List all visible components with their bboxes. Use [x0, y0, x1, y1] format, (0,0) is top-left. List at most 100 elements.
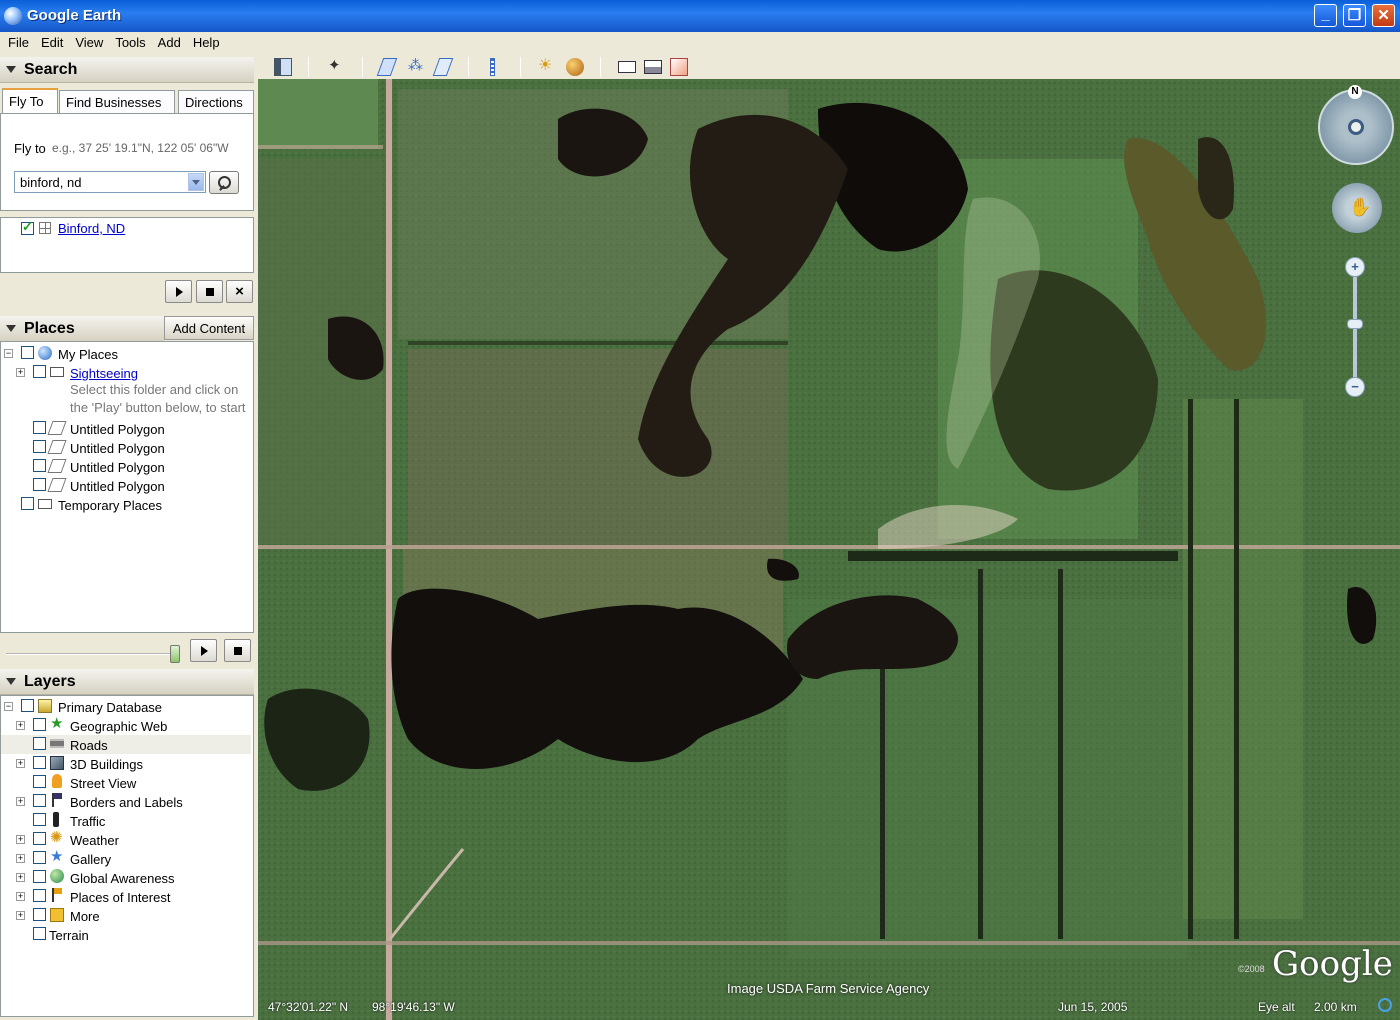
zoom-slider-thumb[interactable] — [1347, 319, 1363, 329]
image-overlay-icon[interactable] — [432, 58, 454, 76]
layer-traffic[interactable]: Traffic — [1, 811, 251, 830]
menu-edit[interactable]: Edit — [33, 32, 67, 50]
layer-checkbox[interactable] — [33, 794, 46, 807]
layer-gallery[interactable]: + ★ Gallery — [1, 849, 251, 868]
layer-checkbox[interactable] — [33, 718, 46, 731]
layer-weather[interactable]: + ✺ Weather — [1, 830, 251, 849]
layer-checkbox[interactable] — [33, 813, 46, 826]
layer-global-awareness[interactable]: + Global Awareness — [1, 868, 251, 887]
tree-item-polygon[interactable]: Untitled Polygon — [1, 457, 251, 476]
result-checkbox[interactable] — [21, 222, 34, 235]
sidebar-toggle-icon[interactable] — [274, 58, 292, 76]
tree-item-sightseeing[interactable]: + Sightseeing — [1, 363, 251, 382]
maximize-button[interactable]: ❐ — [1343, 4, 1366, 27]
layer-checkbox[interactable] — [33, 832, 46, 845]
layer-checkbox[interactable] — [33, 851, 46, 864]
stop-places-button[interactable] — [224, 639, 251, 662]
move-joystick[interactable]: ✋ — [1332, 183, 1382, 233]
layer-street-view[interactable]: Street View — [1, 773, 251, 792]
layer-borders-labels[interactable]: + Borders and Labels — [1, 792, 251, 811]
close-button[interactable]: ✕ — [1372, 4, 1395, 27]
tree-checkbox[interactable] — [21, 497, 34, 510]
tree-item-my-places[interactable]: − My Places — [1, 344, 251, 363]
menu-tools[interactable]: Tools — [107, 32, 149, 50]
tree-checkbox[interactable] — [33, 365, 46, 378]
menu-view[interactable]: View — [67, 32, 107, 50]
view-in-maps-icon[interactable] — [670, 58, 688, 76]
result-link-binford[interactable]: Binford, ND — [58, 221, 125, 236]
layer-places-of-interest[interactable]: + Places of Interest — [1, 887, 251, 906]
search-panel-header[interactable]: Search — [0, 57, 254, 83]
layer-3d-buildings[interactable]: + 3D Buildings — [1, 754, 251, 773]
history-dropdown-button[interactable] — [188, 173, 204, 191]
tab-fly-to[interactable]: Fly To — [2, 88, 58, 114]
layer-more[interactable]: + More — [1, 906, 251, 925]
sunlight-icon[interactable]: ☀ — [538, 58, 556, 76]
tree-item-polygon[interactable]: Untitled Polygon — [1, 438, 251, 457]
tree-item-polygon[interactable]: Untitled Polygon — [1, 419, 251, 438]
minimize-button[interactable]: _ — [1314, 4, 1337, 27]
fly-to-label: Fly to — [14, 141, 46, 156]
layer-checkbox[interactable] — [33, 927, 46, 940]
expand-toggle[interactable]: + — [16, 911, 25, 920]
zoom-out-button[interactable]: − — [1345, 377, 1365, 397]
expand-toggle[interactable]: + — [16, 873, 25, 882]
layer-checkbox[interactable] — [33, 737, 46, 750]
look-joystick[interactable] — [1318, 89, 1394, 165]
search-button[interactable] — [209, 171, 239, 194]
tree-checkbox[interactable] — [21, 346, 34, 359]
menu-add[interactable]: Add — [150, 32, 185, 50]
layer-checkbox[interactable] — [21, 699, 34, 712]
planet-icon[interactable] — [566, 58, 584, 76]
path-tool-icon[interactable]: ⁂ — [408, 58, 426, 76]
add-content-button[interactable]: Add Content — [164, 316, 254, 340]
layer-checkbox[interactable] — [33, 889, 46, 902]
map-view[interactable]: N ✋ + − — [258, 79, 1400, 1020]
play-places-button[interactable] — [190, 639, 217, 662]
tree-checkbox[interactable] — [33, 421, 46, 434]
layer-terrain[interactable]: Terrain — [1, 925, 251, 944]
tree-item-temporary-places[interactable]: Temporary Places — [1, 495, 251, 514]
collapse-toggle[interactable]: − — [4, 702, 13, 711]
tree-checkbox[interactable] — [33, 459, 46, 472]
play-tour-button[interactable] — [165, 280, 192, 303]
tree-item-polygon[interactable]: Untitled Polygon — [1, 476, 251, 495]
north-indicator[interactable]: N — [1348, 85, 1362, 99]
menu-file[interactable]: File — [0, 32, 33, 50]
email-icon[interactable] — [618, 61, 636, 73]
layer-checkbox[interactable] — [33, 775, 46, 788]
collapse-toggle[interactable]: − — [4, 349, 13, 358]
menu-help[interactable]: Help — [185, 32, 224, 50]
layer-checkbox[interactable] — [33, 870, 46, 883]
zoom-in-button[interactable]: + — [1345, 257, 1365, 277]
tree-checkbox[interactable] — [33, 478, 46, 491]
clear-results-button[interactable]: × — [226, 280, 253, 303]
tab-find-businesses[interactable]: Find Businesses — [59, 90, 175, 114]
print-icon[interactable] — [644, 60, 662, 74]
tree-label: Untitled Polygon — [70, 460, 165, 475]
tree-checkbox[interactable] — [33, 440, 46, 453]
tour-speed-slider[interactable] — [6, 645, 180, 663]
places-panel-header[interactable]: Places — [0, 316, 164, 342]
layer-checkbox[interactable] — [33, 908, 46, 921]
placemark-icon[interactable]: ✦ — [328, 58, 346, 76]
polygon-tool-icon[interactable] — [376, 58, 398, 76]
layer-label: Traffic — [70, 814, 106, 829]
expand-toggle[interactable]: + — [16, 759, 25, 768]
layer-primary-database[interactable]: − Primary Database — [1, 697, 251, 716]
expand-toggle[interactable]: + — [16, 854, 25, 863]
layer-checkbox[interactable] — [33, 756, 46, 769]
layer-geographic-web[interactable]: + ★ Geographic Web — [1, 716, 251, 735]
expand-toggle[interactable]: + — [16, 797, 25, 806]
expand-toggle[interactable]: + — [16, 721, 25, 730]
stop-tour-button[interactable] — [196, 280, 223, 303]
expand-toggle[interactable]: + — [16, 835, 25, 844]
tab-directions[interactable]: Directions — [178, 90, 254, 114]
layer-roads[interactable]: Roads — [1, 735, 251, 754]
layers-panel-header[interactable]: Layers — [0, 669, 254, 695]
fly-to-input[interactable]: binford, nd — [14, 171, 206, 193]
slider-thumb[interactable] — [170, 645, 180, 663]
expand-toggle[interactable]: + — [16, 368, 25, 377]
expand-toggle[interactable]: + — [16, 892, 25, 901]
ruler-icon[interactable] — [490, 58, 495, 76]
